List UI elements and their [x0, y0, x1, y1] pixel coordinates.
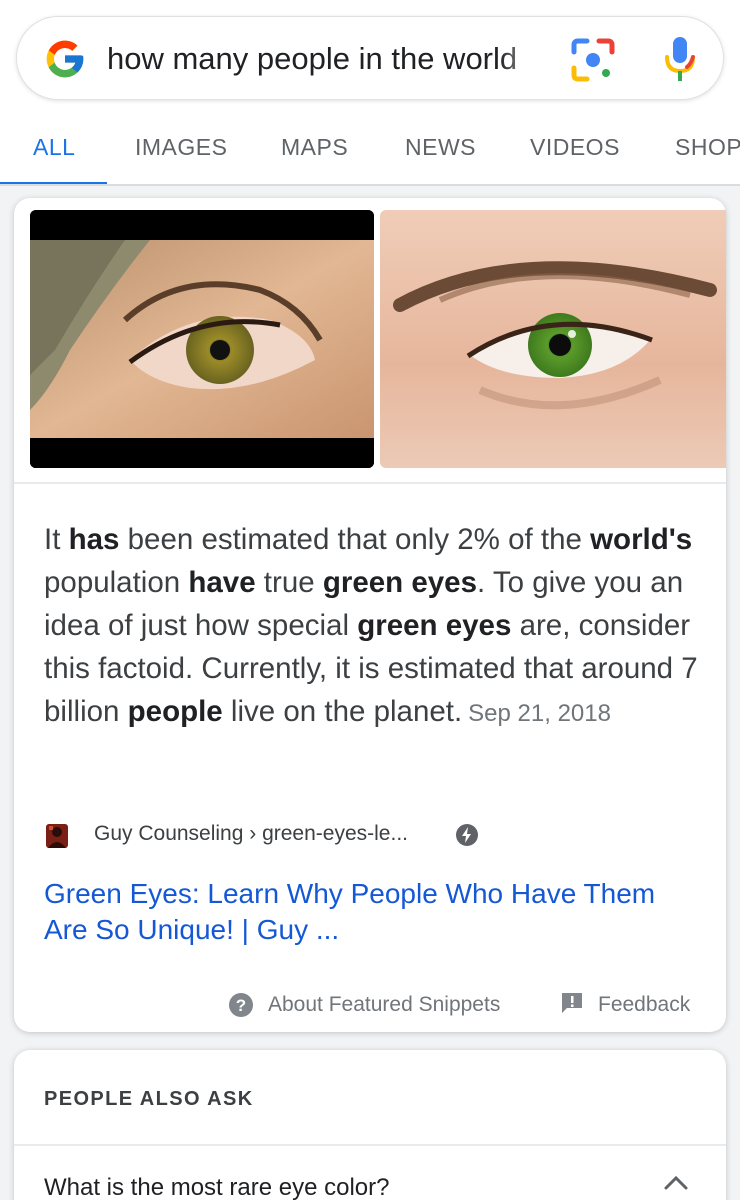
- about-featured-snippets-link[interactable]: About Featured Snippets: [268, 993, 500, 1017]
- google-lens-icon[interactable]: [570, 37, 616, 83]
- help-circle-icon[interactable]: ?: [228, 992, 254, 1018]
- snippet-text-segment: true: [255, 566, 323, 599]
- feedback-icon[interactable]: [560, 991, 584, 1015]
- snippet-bold-term: have: [188, 566, 256, 599]
- search-bar[interactable]: [16, 16, 724, 100]
- snippet-text-segment: population: [44, 566, 189, 599]
- tab-news[interactable]: NEWS: [405, 134, 476, 161]
- tab-shopping[interactable]: SHOP: [675, 134, 740, 161]
- snippet-bold-term: people: [127, 695, 223, 728]
- site-favicon-icon: [46, 824, 68, 848]
- google-logo-icon: [46, 40, 84, 78]
- microphone-icon[interactable]: [663, 35, 697, 83]
- chevron-up-icon[interactable]: [662, 1172, 690, 1192]
- people-also-ask-card: PEOPLE ALSO ASK What is the most rare ey…: [14, 1050, 726, 1200]
- tab-videos[interactable]: VIDEOS: [530, 134, 620, 161]
- snippet-source[interactable]: Guy Counseling › green-eyes-le...: [44, 818, 704, 854]
- source-breadcrumb: Guy Counseling › green-eyes-le...: [94, 822, 408, 845]
- snippet-bold-term: world's: [590, 523, 693, 556]
- tabs-divider: [0, 184, 740, 186]
- tab-maps[interactable]: MAPS: [281, 134, 348, 161]
- eye-image-left: [30, 210, 374, 468]
- snippet-text-segment: been estimated that only 2% of the: [119, 523, 591, 556]
- eye-image-right: [380, 210, 726, 468]
- top-bar: ALL IMAGES MAPS NEWS VIDEOS SHOP: [0, 0, 740, 186]
- snippet-image-green-eye[interactable]: [380, 210, 726, 468]
- snippet-text-segment: live on the planet.: [222, 695, 463, 728]
- feedback-link[interactable]: Feedback: [598, 993, 690, 1017]
- people-also-ask-question[interactable]: What is the most rare eye color?: [44, 1174, 389, 1200]
- people-also-ask-divider: [14, 1144, 726, 1146]
- snippet-image-hazel-eye[interactable]: [30, 210, 374, 468]
- amp-lightning-icon: [456, 824, 478, 846]
- tab-images[interactable]: IMAGES: [135, 134, 227, 161]
- search-tabs: ALL IMAGES MAPS NEWS VIDEOS SHOP: [0, 118, 740, 186]
- tab-all[interactable]: ALL: [33, 134, 75, 161]
- snippet-bold-term: has: [68, 523, 120, 556]
- image-divider: [14, 482, 726, 484]
- snippet-date: Sep 21, 2018: [468, 700, 611, 727]
- snippet-bold-term: green eyes: [357, 609, 512, 642]
- snippet-bold-term: green eyes: [322, 566, 477, 599]
- snippet-text-segment: It: [44, 523, 69, 556]
- snippet-footer: ? About Featured Snippets Feedback: [14, 988, 726, 1020]
- search-input[interactable]: [107, 37, 553, 81]
- svg-text:?: ?: [236, 996, 246, 1015]
- snippet-body: It has been estimated that only 2% of th…: [44, 523, 698, 728]
- snippet-text: It has been estimated that only 2% of th…: [44, 518, 710, 735]
- people-also-ask-heading: PEOPLE ALSO ASK: [44, 1088, 254, 1110]
- result-title-link[interactable]: Green Eyes: Learn Why People Who Have Th…: [44, 876, 704, 948]
- featured-snippet-card: It has been estimated that only 2% of th…: [14, 198, 726, 1032]
